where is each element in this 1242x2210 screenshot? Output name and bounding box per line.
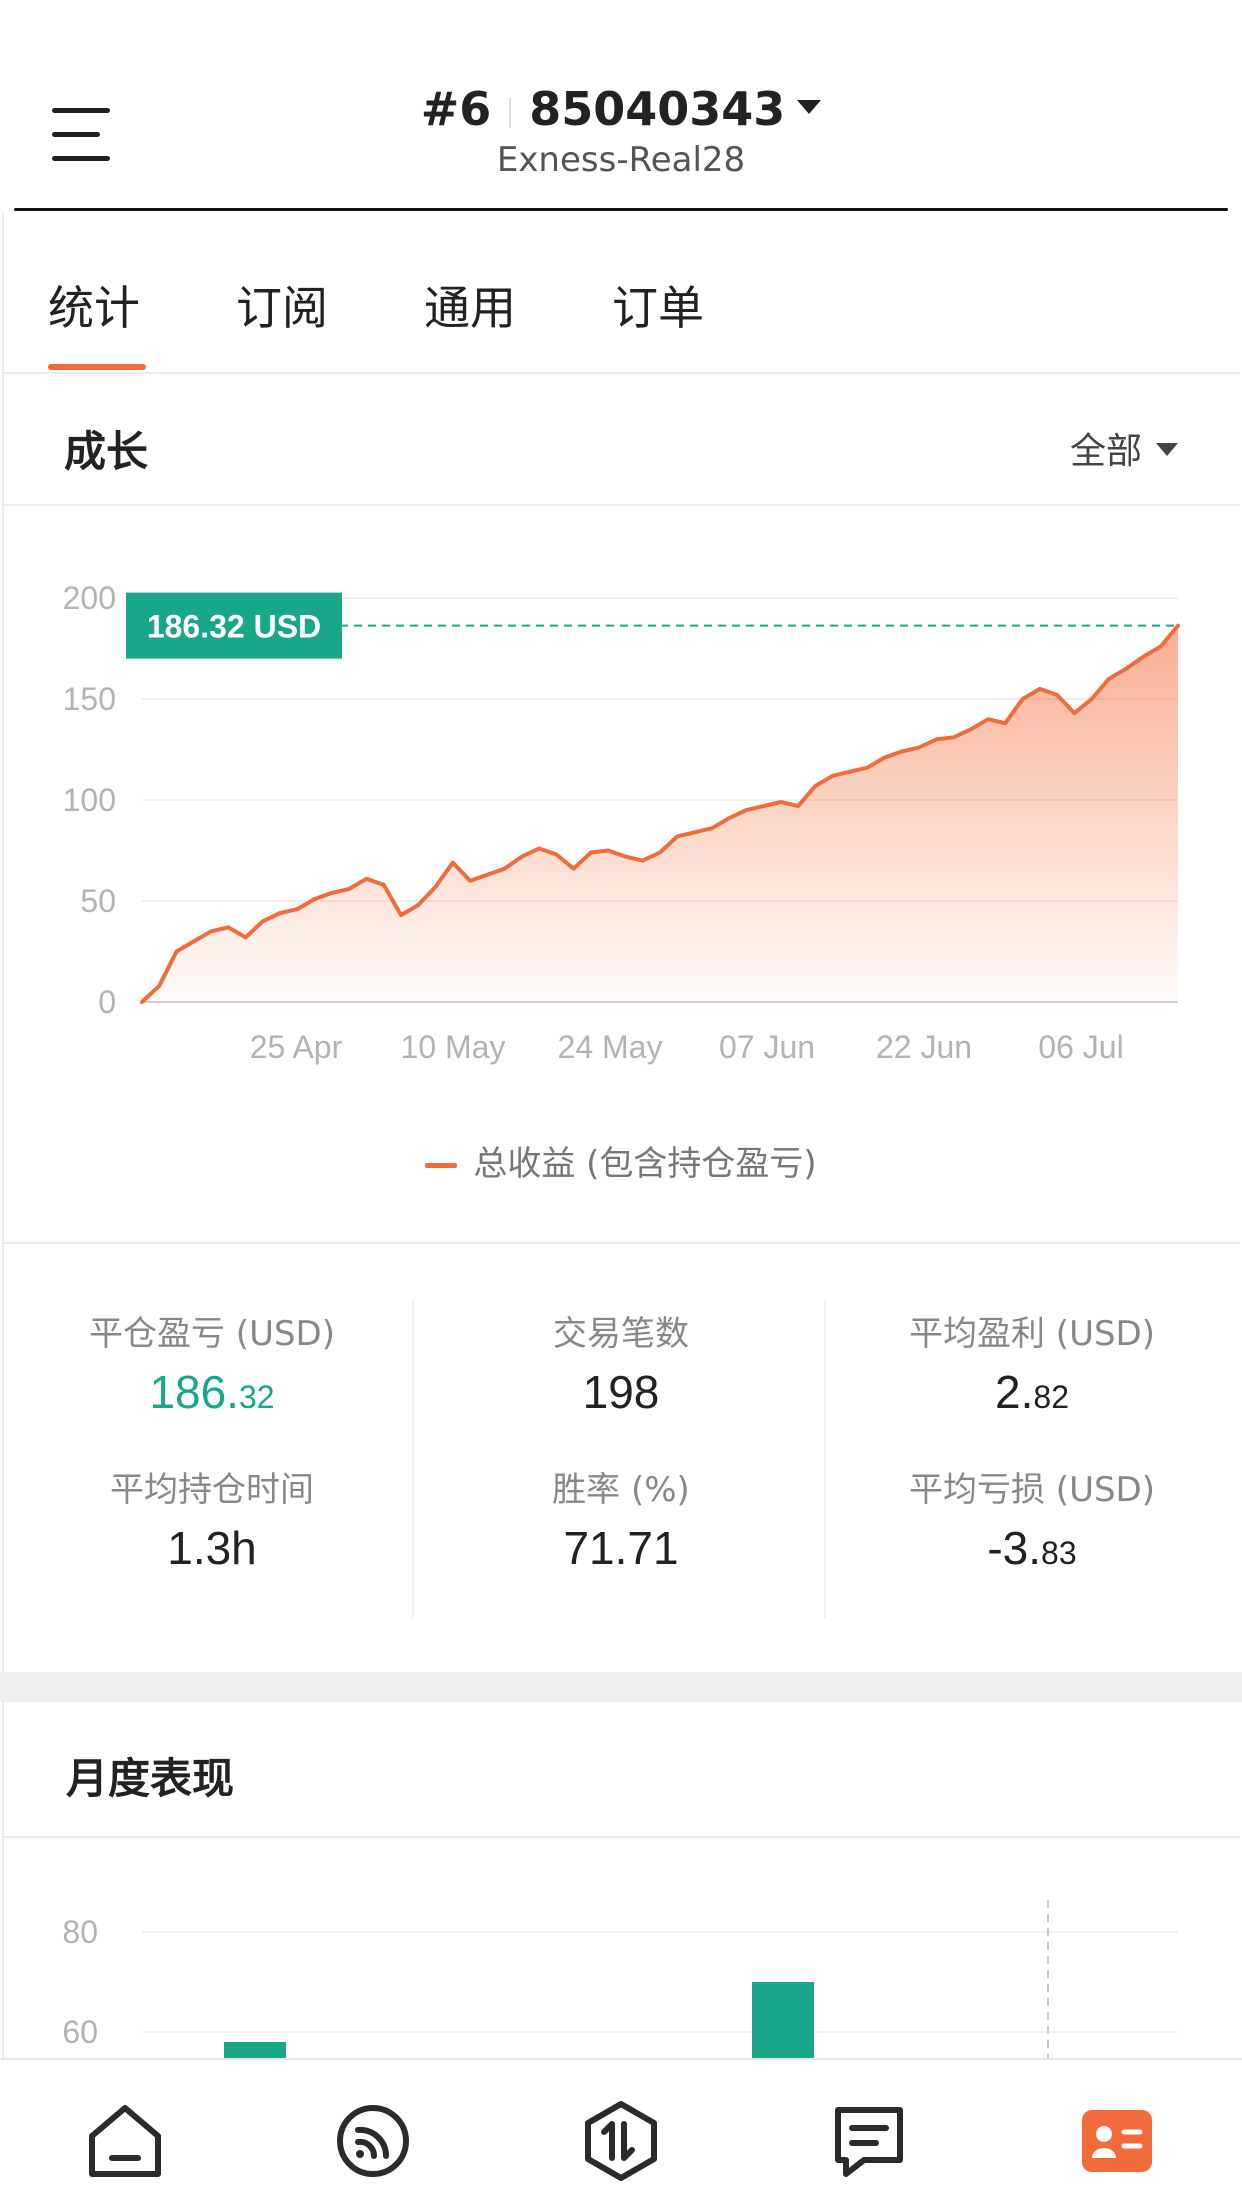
account-selector[interactable]: #6 85040343 bbox=[0, 82, 1242, 136]
signal-feed-icon bbox=[337, 2105, 409, 2177]
server-name: Exness-Real28 bbox=[496, 140, 746, 180]
stat-column-divider bbox=[412, 1300, 414, 1618]
active-tab-indicator bbox=[48, 364, 146, 370]
messages-icon bbox=[835, 2107, 903, 2177]
stat-label: 平均亏损 (USD) bbox=[909, 1470, 1155, 1510]
stat-value: 1.3h bbox=[6, 1521, 418, 1575]
stat-value: 186.32 bbox=[6, 1365, 418, 1419]
stat-label: 平均持仓时间 bbox=[110, 1470, 314, 1510]
stat-value-dec: 83 bbox=[1041, 1535, 1077, 1571]
stat-win-rate: 胜率 (%) 71.71 bbox=[415, 1462, 827, 1575]
growth-area bbox=[142, 625, 1178, 1002]
account-card-icon bbox=[1082, 2110, 1152, 2172]
stat-value-int: 186. bbox=[149, 1366, 239, 1418]
dropdown-caret-icon bbox=[797, 99, 822, 114]
chart-divider bbox=[2, 1242, 1240, 1244]
monthly-section-title: 月度表现 bbox=[66, 1754, 235, 1803]
tabs-divider bbox=[2, 372, 1240, 374]
tab-statistics[interactable]: 统计 bbox=[48, 272, 140, 338]
tab-general[interactable]: 通用 bbox=[424, 272, 516, 338]
stat-avg-loss: 平均亏损 (USD) -3.83 bbox=[826, 1462, 1238, 1575]
stat-label: 平均盈利 (USD) bbox=[909, 1314, 1155, 1354]
stat-value-dec: 82 bbox=[1033, 1379, 1069, 1415]
monthly-chart: 80 60 bbox=[62, 1900, 1178, 2058]
stat-value-int: -3. bbox=[987, 1522, 1042, 1574]
legend-label: 总收益 (包含持仓盈亏) bbox=[473, 1144, 817, 1184]
last-value-label: 186.32 USD bbox=[147, 609, 321, 645]
stat-label: 交易笔数 bbox=[553, 1314, 689, 1354]
account-index: #6 bbox=[420, 82, 492, 136]
stat-value: 71.71 bbox=[415, 1521, 827, 1575]
stat-avg-profit: 平均盈利 (USD) 2.82 bbox=[826, 1306, 1238, 1419]
growth-chart: 200 150 100 50 0 25 Apr 10 May 24 May 07 Jun 22 J… bbox=[63, 580, 1180, 1065]
monthly-header-divider bbox=[2, 1836, 1240, 1838]
x-tick-label: 25 Apr bbox=[250, 1029, 343, 1065]
period-filter-value: 全部 bbox=[1069, 431, 1142, 472]
home-icon bbox=[89, 2105, 161, 2177]
tab-orders[interactable]: 订单 bbox=[612, 272, 704, 338]
stat-value-int: 71.71 bbox=[563, 1522, 679, 1574]
bottom-navigation bbox=[0, 2058, 1242, 2210]
stat-trade-count: 交易笔数 198 bbox=[415, 1306, 827, 1419]
tab-subscriptions[interactable]: 订阅 bbox=[236, 272, 328, 338]
tab-bar: 统计 订阅 通用 订单 bbox=[0, 212, 1242, 372]
account-number: 85040343 bbox=[529, 82, 786, 136]
monthly-bar bbox=[752, 1982, 814, 2058]
stat-closed-pnl: 平仓盈亏 (USD) 186.32 bbox=[6, 1306, 418, 1419]
legend-swatch bbox=[425, 1163, 458, 1168]
x-tick-label: 22 Jun bbox=[876, 1029, 972, 1065]
chevron-down-icon bbox=[1156, 442, 1178, 456]
stat-value: -3.83 bbox=[826, 1521, 1238, 1575]
growth-section-title: 成长 bbox=[64, 427, 149, 476]
app-header: #6 85040343 Exness-Real28 bbox=[0, 0, 1242, 212]
stat-value: 2.82 bbox=[826, 1365, 1238, 1419]
y-tick-label: 100 bbox=[63, 782, 116, 818]
y-tick-label: 150 bbox=[63, 681, 116, 717]
y-tick-label: 60 bbox=[62, 2014, 98, 2050]
growth-header-divider bbox=[2, 504, 1240, 506]
stat-value: 198 bbox=[415, 1365, 827, 1419]
x-tick-label: 24 May bbox=[558, 1029, 663, 1065]
account-separator bbox=[509, 97, 512, 128]
y-tick-label: 0 bbox=[98, 984, 116, 1020]
x-tick-label: 06 Jul bbox=[1038, 1029, 1123, 1065]
nav-signals[interactable] bbox=[328, 2096, 418, 2186]
header-divider bbox=[14, 208, 1228, 211]
section-gap bbox=[0, 1672, 1242, 1702]
nav-account[interactable] bbox=[1072, 2096, 1162, 2186]
stat-value-dec: 32 bbox=[238, 1379, 275, 1415]
monthly-bar bbox=[224, 2042, 286, 2058]
x-tick-label: 10 May bbox=[401, 1029, 506, 1065]
stat-value-int: 1.3h bbox=[167, 1522, 257, 1574]
stat-column-divider bbox=[824, 1300, 826, 1618]
y-tick-label: 50 bbox=[80, 883, 116, 919]
stat-value-int: 198 bbox=[582, 1366, 660, 1418]
y-tick-label: 200 bbox=[63, 580, 116, 616]
nav-messages[interactable] bbox=[824, 2096, 914, 2186]
x-tick-label: 07 Jun bbox=[719, 1029, 815, 1065]
nav-home[interactable] bbox=[80, 2096, 170, 2186]
y-tick-label: 80 bbox=[62, 1914, 98, 1950]
trade-icon bbox=[585, 2101, 657, 2181]
stat-value-int: 2. bbox=[995, 1366, 1034, 1418]
stat-label: 平仓盈亏 (USD) bbox=[89, 1314, 335, 1354]
stat-label: 胜率 (%) bbox=[552, 1470, 690, 1510]
chart-legend: 总收益 (包含持仓盈亏) bbox=[0, 1136, 1242, 1185]
stat-avg-hold-time: 平均持仓时间 1.3h bbox=[6, 1462, 418, 1575]
period-filter-dropdown[interactable]: 全部 bbox=[1070, 422, 1178, 474]
nav-trade[interactable] bbox=[576, 2096, 666, 2186]
